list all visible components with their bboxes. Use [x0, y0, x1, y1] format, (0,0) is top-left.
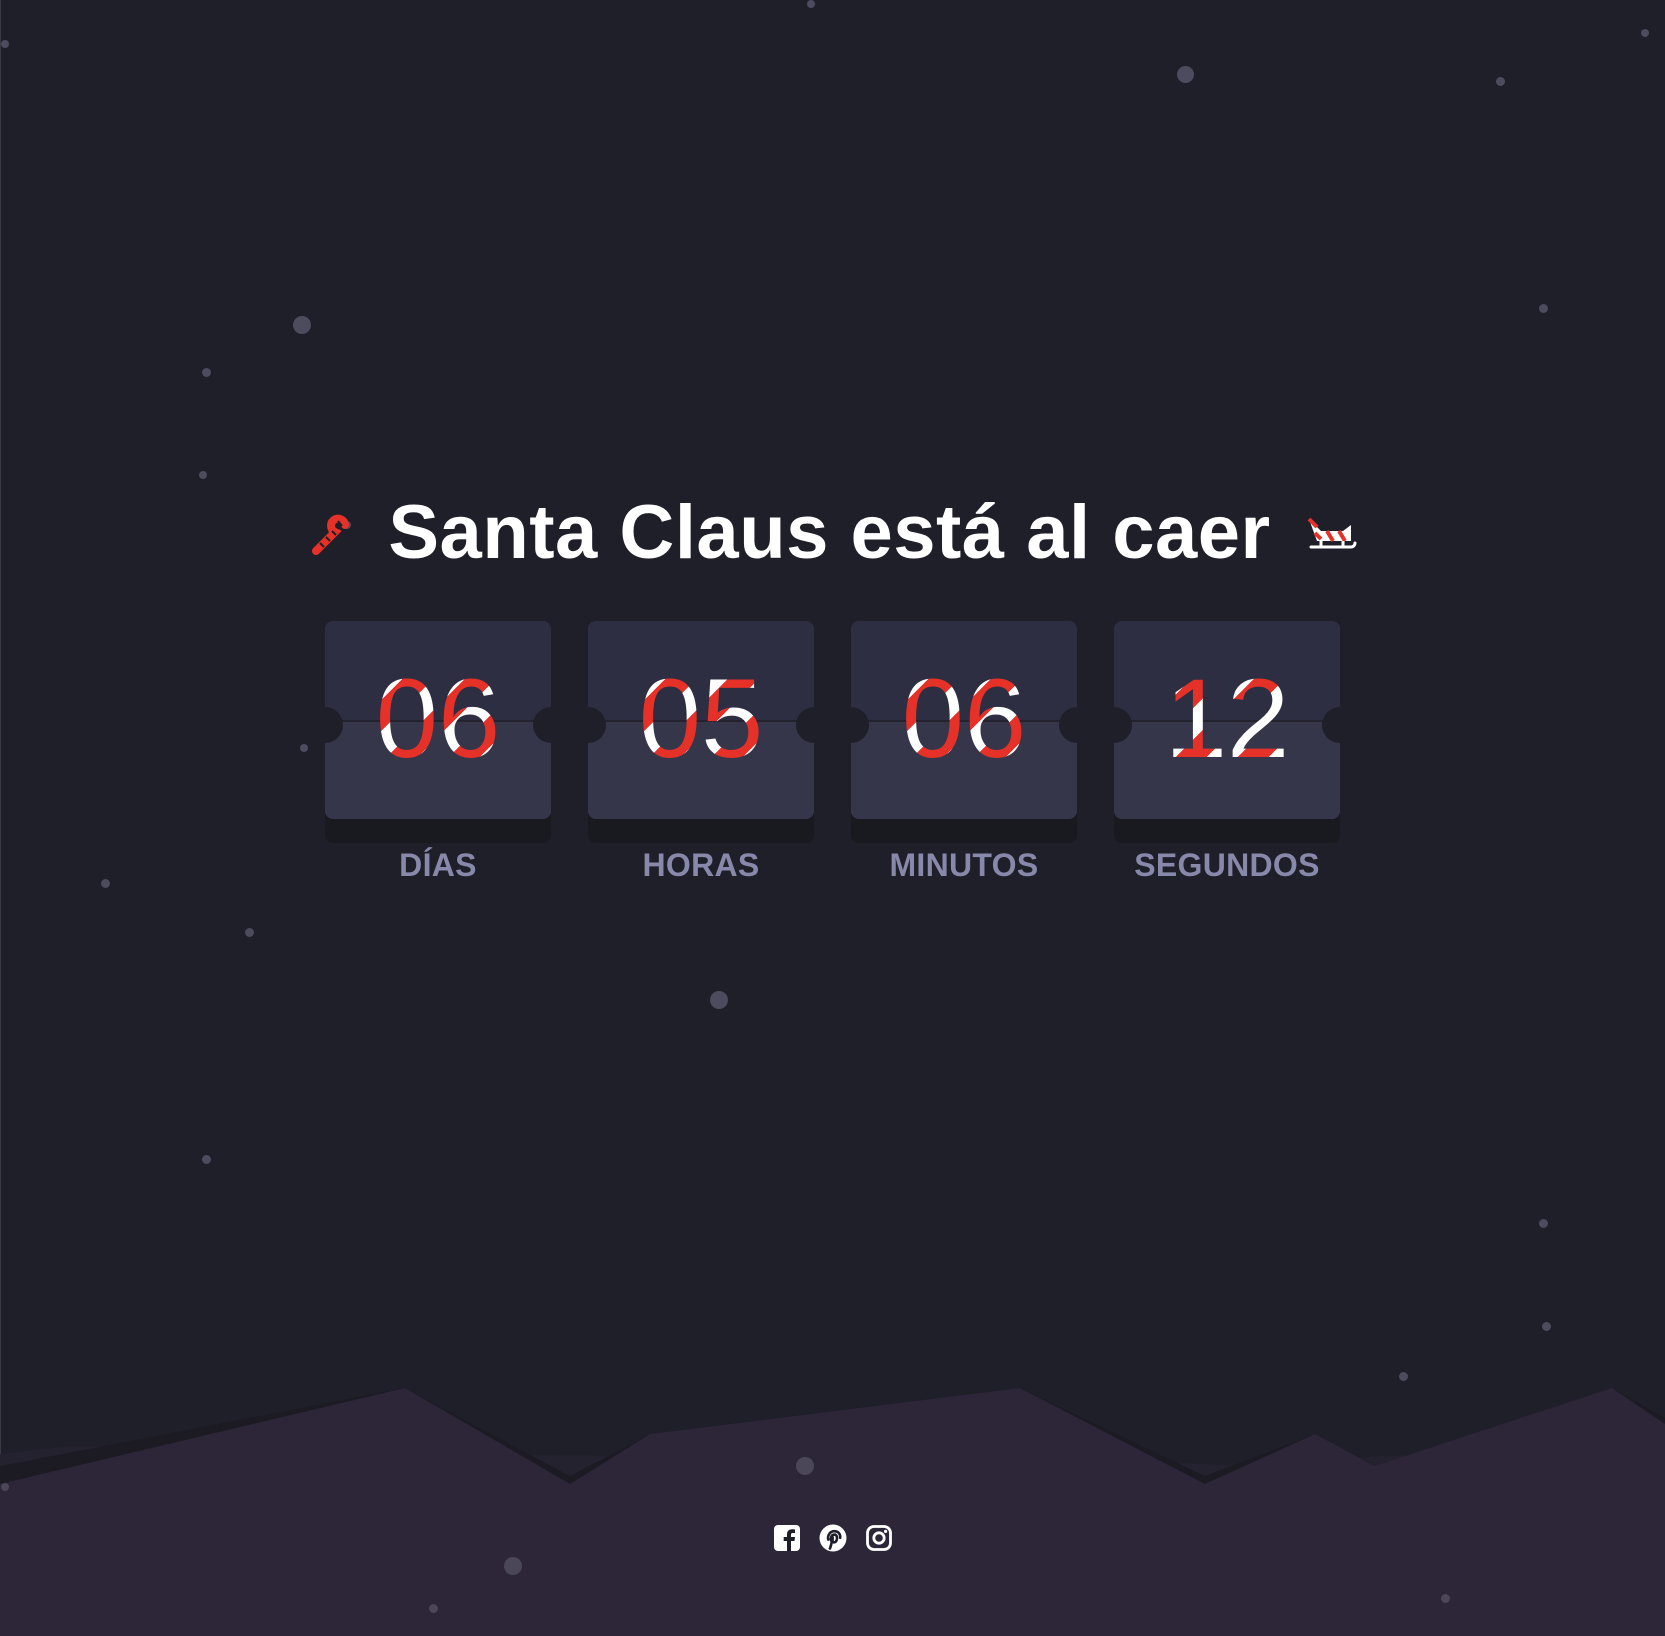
seconds-value: 12	[1114, 663, 1340, 775]
days-label: DÍAS	[399, 847, 477, 883]
countdown-hours: 05 HORAS	[588, 621, 814, 884]
countdown-days: 06 DÍAS	[325, 621, 551, 884]
page-title: Santa Claus está al caer	[388, 489, 1271, 575]
days-value: 06	[325, 663, 551, 775]
snowflake	[796, 1457, 814, 1475]
flip-card: 06	[325, 621, 551, 819]
countdown-page: Santa Claus está al caer 06 DÍAS 05 HORA…	[0, 0, 1665, 1636]
facebook-icon	[773, 1525, 800, 1551]
snowflake	[504, 1557, 522, 1575]
snowflake	[1441, 1594, 1450, 1603]
flip-card: 12	[1114, 621, 1340, 819]
pinterest-icon	[819, 1524, 846, 1552]
page-header: Santa Claus está al caer	[0, 438, 1665, 627]
minutes-value: 06	[851, 663, 1077, 775]
flip-card: 05	[588, 621, 814, 819]
seconds-label: SEGUNDOS	[1134, 847, 1320, 883]
countdown-minutes: 06 MINUTOS	[851, 621, 1077, 884]
countdown-timer: 06 DÍAS 05 HORAS 06 MINUTOS 12 SEGUNDOS	[325, 621, 1340, 884]
snowflake	[429, 1604, 438, 1613]
snowflake	[1, 1483, 9, 1491]
hours-label: HORAS	[642, 847, 760, 883]
countdown-seconds: 12 SEGUNDOS	[1114, 621, 1340, 884]
candy-cane-icon	[312, 515, 350, 556]
instagram-icon	[865, 1525, 892, 1551]
flip-card: 06	[851, 621, 1077, 819]
facebook-link[interactable]	[773, 1524, 801, 1552]
instagram-link[interactable]	[865, 1524, 893, 1552]
social-links	[0, 1524, 1665, 1552]
hours-value: 05	[588, 663, 814, 775]
sleigh-icon	[1307, 517, 1357, 549]
minutes-label: MINUTOS	[889, 847, 1039, 883]
pinterest-link[interactable]	[819, 1524, 847, 1552]
